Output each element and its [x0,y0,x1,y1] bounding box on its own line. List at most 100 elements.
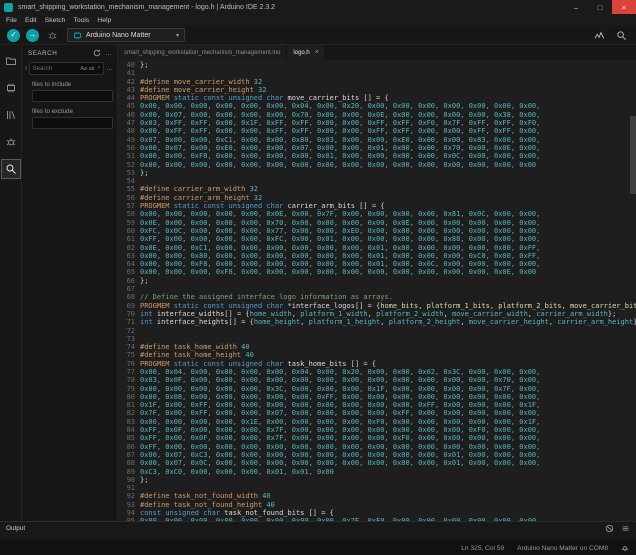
line-number: 89 [126,467,135,476]
code-line-text[interactable]: 0x7F, 0x00, 0xFF, 0x00, 0x00, 0x07, 0x00… [140,409,540,417]
scroll-lock-icon[interactable] [621,524,630,533]
code-line-text[interactable]: 0x03, 0xFF, 0xFF, 0x00, 0x1F, 0xFF, 0xFF… [140,119,540,127]
serial-plotter-icon[interactable] [594,30,605,41]
menu-help[interactable]: Help [93,17,115,24]
code-line-text[interactable]: 0xFF, 0x00, 0x00, 0x00, 0x00, 0xFC, 0x00… [140,235,540,243]
code-line-text[interactable]: 0x00, 0x00, 0x00, 0x00, 0x00, 0x00, 0x04… [140,102,540,110]
code-line-text[interactable]: }; [140,169,148,177]
line-number: 86 [126,442,135,451]
code-line-text[interactable]: 0x00, 0x00, 0x00, 0xF8, 0x00, 0x00, 0x00… [140,268,536,276]
code-editor[interactable]: 40}; 41 42 #define move_carrier_width 32 43 #… [118,60,636,521]
code-line-text[interactable]: 0x00, 0x07, 0x00, 0xE0, 0x00, 0x00, 0x07… [140,144,540,152]
sidebar-item-library-manager[interactable] [2,106,20,124]
sidebar-item-debug[interactable] [2,133,20,151]
menu-edit[interactable]: Edit [21,17,41,24]
files-to-exclude-input[interactable] [32,117,113,129]
sidebar-item-sketchbook[interactable] [2,52,20,70]
code-line-text[interactable]: #define task_home_height 40 [140,351,254,359]
code-line: 91 [118,484,636,492]
match-case-icon[interactable]: Aa [79,66,87,72]
code-line-text[interactable]: 0x1F, 0x00, 0xFF, 0x00, 0x00, 0x00, 0x00… [140,401,540,409]
code-line-text[interactable]: 0x00, 0x00, 0x00, 0x00, 0x00, 0x00, 0x00… [140,161,536,169]
files-to-include-label: files to include [32,81,72,88]
code-line-text[interactable]: }; [140,61,148,69]
tab-logo.h[interactable]: logo.h × [287,45,326,60]
code-line-text[interactable]: 0x00, 0x00, 0x00, 0x00, 0x00, 0x00, 0x00… [140,517,540,521]
scrollbar-thumb[interactable] [630,116,636,194]
code-line-text[interactable]: 0x07, 0x00, 0x00, 0xC1, 0x00, 0x00, 0x80… [140,136,540,144]
debug-button[interactable] [47,30,58,41]
code-line-text[interactable]: }; [140,277,148,285]
code-line-text[interactable]: 0x00, 0x08, 0x00, 0x00, 0x00, 0x00, 0x00… [140,393,540,401]
code-line-text[interactable]: 0x00, 0x00, 0x00, 0x00, 0x00, 0x0E, 0x00… [140,210,540,218]
menu-file[interactable]: File [2,17,21,24]
code-line-text[interactable]: 0x00, 0x07, 0x00, 0x00, 0x00, 0x00, 0x70… [140,111,540,119]
verify-button[interactable]: ✓ [7,28,20,42]
code-line-text[interactable]: 0x0E, 0x00, 0x00, 0x00, 0x00, 0x70, 0x00… [140,219,540,227]
code-line-text[interactable]: // Define the assigned interface logo in… [140,293,393,301]
minimize-button[interactable]: – [564,0,588,14]
code-line-text[interactable]: 0x00, 0xFF, 0xFF, 0x00, 0x00, 0xFF, 0xFF… [140,127,540,135]
code-line-text[interactable]: PROGMEM static const unsigned char move_… [140,94,389,102]
maximize-button[interactable]: □ [588,0,612,14]
code-line-text[interactable]: #define task_not_found_height 40 [140,501,275,509]
code-line-text[interactable]: int interface_heights[] = {home_height, … [140,318,636,326]
code-line: 55 #define carrier_arm_width 32 [118,185,636,193]
code-line: 72 [118,327,636,335]
code-line-text[interactable]: 0x00, 0x00, 0xF8, 0x00, 0x00, 0x00, 0x00… [140,260,540,268]
code-line-text[interactable]: 0x00, 0x07, 0x0C, 0x00, 0x00, 0x00, 0x00… [140,459,540,467]
menu-sketch[interactable]: Sketch [41,17,70,24]
code-line-text[interactable]: 0xFC, 0x0C, 0x00, 0x00, 0x00, 0x77, 0x00… [140,227,540,235]
notifications-bell-icon[interactable] [621,544,629,552]
cursor-position[interactable]: Ln 325, Col 59 [461,545,504,552]
sidebar-item-search[interactable] [0,159,21,179]
code-line-text[interactable]: #define carrier_arm_height 32 [140,194,262,202]
code-line-text[interactable]: }; [140,476,148,484]
code-line-text[interactable]: #define carrier_arm_width 32 [140,185,258,193]
serial-monitor-icon[interactable] [616,30,627,41]
code-line-text[interactable]: 0xFF, 0x00, 0x0F, 0x00, 0x00, 0x7F, 0x00… [140,434,540,442]
code-line-text[interactable]: 0x00, 0x00, 0x80, 0x00, 0x00, 0x00, 0x00… [140,252,540,260]
code-line-text[interactable]: 0x00, 0x04, 0x00, 0x00, 0x00, 0x00, 0x04… [140,368,540,376]
line-number: 82 [126,409,135,418]
whole-word-icon[interactable]: ab [88,66,96,72]
files-to-include-input[interactable] [32,90,113,102]
code-line-text[interactable]: #define move_carrier_height 32 [140,86,266,94]
code-line-text[interactable]: #define task_not_found_width 40 [140,492,271,500]
code-line-text[interactable]: 0xFF, 0x00, 0x00, 0x00, 0x00, 0x00, 0x00… [140,443,540,451]
code-line-text[interactable]: 0x00, 0x00, 0x00, 0x00, 0x1E, 0x00, 0x00… [140,418,540,426]
code-line-text[interactable]: 0x00, 0x00, 0xF8, 0x00, 0x00, 0x00, 0x00… [140,152,540,160]
line-number: 67 [126,285,135,294]
search-input[interactable]: Search Aa ab .* [29,62,104,75]
code-line-text[interactable]: PROGMEM static const unsigned char carri… [140,202,384,210]
more-actions-icon[interactable]: … [105,50,112,57]
toggle-search-details-icon[interactable]: … [106,65,113,72]
code-line-text[interactable]: 0x00, 0x00, 0x00, 0x00, 0x00, 0x3C, 0x00… [140,385,540,393]
expand-replace-icon[interactable]: › [25,65,27,72]
editor-scrollbar[interactable] [630,60,636,521]
upload-button[interactable]: → [26,28,39,42]
code-line-text[interactable]: 0x0E, 0x00, 0xC1, 0x00, 0x00, 0x00, 0x00… [140,244,540,252]
board-port-status[interactable]: Arduino Nano Matter on COM8 [517,545,608,552]
refresh-icon[interactable] [93,49,101,57]
sidebar-item-boards-manager[interactable] [2,79,20,97]
code-line-text[interactable]: 0xFF, 0x0F, 0x00, 0x00, 0x00, 0x7F, 0x00… [140,426,540,434]
code-line-text[interactable]: int interface_widths[] = {home_width, pl… [140,310,616,318]
code-line-text[interactable]: PROGMEM static const unsigned char *inte… [140,302,636,310]
close-button[interactable]: × [612,0,636,14]
board-selector-dropdown[interactable]: Arduino Nano Matter ▾ [67,28,185,42]
code-line-text[interactable]: 0x00, 0x07, 0xC3, 0x00, 0x00, 0x00, 0x00… [140,451,540,459]
code-line: 61 0xFF, 0x00, 0x00, 0x00, 0x00, 0xFC, 0x… [118,235,636,243]
code-line: 59 0x0E, 0x00, 0x00, 0x00, 0x00, 0x70, 0x… [118,219,636,227]
tab-smart_shipping_workstation_mechanism_management.ino[interactable]: smart_shipping_workstation_mechanism_man… [118,45,288,60]
code-line-text[interactable]: const unsigned char task_not_found_bits … [140,509,334,517]
code-line-text[interactable]: #define task_home_width 40 [140,343,250,351]
tab-close-icon[interactable]: × [315,49,319,56]
code-line-text[interactable]: #define move_carrier_width 32 [140,78,262,86]
code-line-text[interactable]: 0xC3, 0xC0, 0x00, 0x00, 0x00, 0x01, 0x01… [140,468,334,476]
code-line-text[interactable]: 0x03, 0x0F, 0x00, 0x00, 0x00, 0x00, 0x00… [140,376,540,384]
regex-icon[interactable]: .* [96,66,101,72]
clear-output-icon[interactable] [605,524,614,533]
code-line-text[interactable]: PROGMEM static const unsigned char task_… [140,360,376,368]
menu-tools[interactable]: Tools [69,17,93,24]
